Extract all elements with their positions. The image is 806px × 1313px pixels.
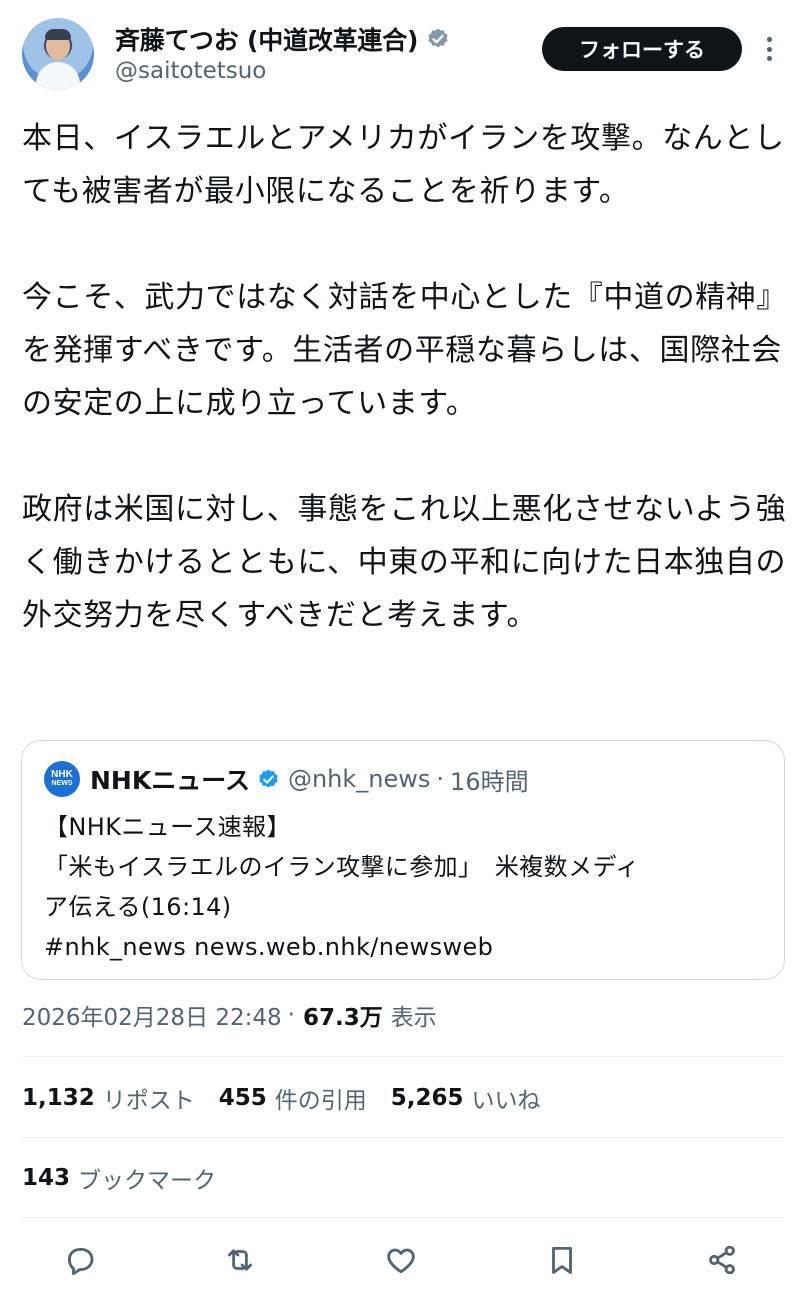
bookmark-label: ブックマーク <box>78 1168 217 1194</box>
repost-icon <box>227 1249 253 1271</box>
divider <box>22 1137 784 1138</box>
tweet-header: 斉藤てつお (中道改革連合) @saitotetsuo フォローする <box>0 0 806 100</box>
repost-number: 1,132 <box>22 1085 95 1111</box>
share-button[interactable] <box>702 1240 742 1280</box>
quoted-tweet-line: 「米もイスラエルのイラン攻撃に参加」 米複数メディ <box>44 853 640 881</box>
quote-label: 件の引用 <box>274 1088 367 1114</box>
share-icon <box>709 1245 735 1275</box>
verified-badge-icon <box>428 28 448 48</box>
quoted-author-name[interactable]: NHKニュース <box>90 761 250 797</box>
separator-dot: · <box>436 765 445 793</box>
tweet-paragraph: 本日、イスラエルとアメリカがイランを攻撃。なんとしても被害者が最小限になることを… <box>22 121 785 209</box>
bookmark-count[interactable]: 143 ブックマーク <box>22 1160 216 1196</box>
quoted-tweet-line: ア伝える(16:14) <box>44 893 232 921</box>
bookmark-button[interactable] <box>542 1240 582 1280</box>
author-display-name[interactable]: 斉藤てつお (中道改革連合) <box>115 21 418 57</box>
bookmark-number: 143 <box>22 1165 71 1191</box>
quoted-tweet-header: NHK NEWS NHKニュース @nhk_news · 16時間 <box>44 761 529 797</box>
quote-number: 455 <box>218 1085 267 1111</box>
like-count[interactable]: 5,265 いいね <box>391 1081 541 1115</box>
nhk-logo-icon[interactable]: NHK NEWS <box>44 761 80 797</box>
tweet-meta: 2026年02月28日 22:48 · 67.3万 表示 <box>22 997 437 1033</box>
divider <box>22 1217 784 1218</box>
like-icon <box>387 1248 415 1274</box>
avatar-hair <box>45 29 71 40</box>
more-options-icon[interactable] <box>761 33 777 65</box>
engagement-stats: 1,132 リポスト 455 件の引用 5,265 いいね <box>22 1080 565 1116</box>
author-name-row[interactable]: 斉藤てつお (中道改革連合) <box>115 22 450 56</box>
quoted-tweet-time[interactable]: 16時間 <box>450 762 529 797</box>
verified-badge-icon <box>259 768 278 788</box>
repost-button[interactable] <box>220 1240 260 1280</box>
tweet-paragraph: 政府は米国に対し、事態をこれ以上悪化させないよう強く働きかけるとともに、中東の平… <box>22 492 787 633</box>
more-dot <box>766 56 772 61</box>
bookmark-icon <box>552 1246 572 1274</box>
reply-button[interactable] <box>60 1240 100 1280</box>
nhk-logo-subtext: NEWS <box>51 780 73 787</box>
tweet-text: 本日、イスラエルとアメリカがイランを攻撃。なんとしても被害者が最小限になることを… <box>22 112 792 642</box>
quote-count[interactable]: 455 件の引用 <box>219 1081 367 1115</box>
tweet-paragraph: 今こそ、武力ではなく対話を中心とした『中道の精神』を発揮すべきです。生活者の平穏… <box>22 280 787 421</box>
like-number: 5,265 <box>390 1085 464 1111</box>
follow-button[interactable]: フォローする <box>542 27 742 71</box>
quoted-tweet-line: #nhk_news news.web.nhk/newsweb <box>44 933 494 961</box>
nhk-logo-text: NHK <box>51 769 73 780</box>
reply-icon <box>67 1247 94 1276</box>
view-count: 67.3万 <box>302 1005 383 1031</box>
quoted-author-handle[interactable]: @nhk_news <box>288 765 430 793</box>
author-handle[interactable]: @saitotetsuo <box>115 58 266 84</box>
like-label: いいね <box>471 1088 541 1114</box>
repost-label: リポスト <box>102 1088 195 1114</box>
avatar-shirt <box>36 62 80 90</box>
action-bar <box>0 1230 806 1290</box>
separator-dot: · <box>287 1002 295 1028</box>
quoted-tweet-line: 【NHKニュース速報】 <box>44 813 291 841</box>
like-button[interactable] <box>381 1240 421 1280</box>
tweet-timestamp[interactable]: 2026年02月28日 22:48 <box>22 998 282 1032</box>
avatar[interactable] <box>22 18 94 90</box>
quoted-tweet-body: 【NHKニュース速報】 「米もイスラエルのイラン攻撃に参加」 米複数メディ ア伝… <box>44 807 769 967</box>
divider <box>22 1056 784 1057</box>
repost-count[interactable]: 1,132 リポスト <box>22 1081 195 1115</box>
more-dot <box>766 37 772 42</box>
quoted-tweet[interactable]: NHK NEWS NHKニュース @nhk_news · 16時間 【NHKニュ… <box>21 740 785 980</box>
more-dot <box>766 46 772 52</box>
view-count-label: 表示 <box>390 1005 437 1031</box>
